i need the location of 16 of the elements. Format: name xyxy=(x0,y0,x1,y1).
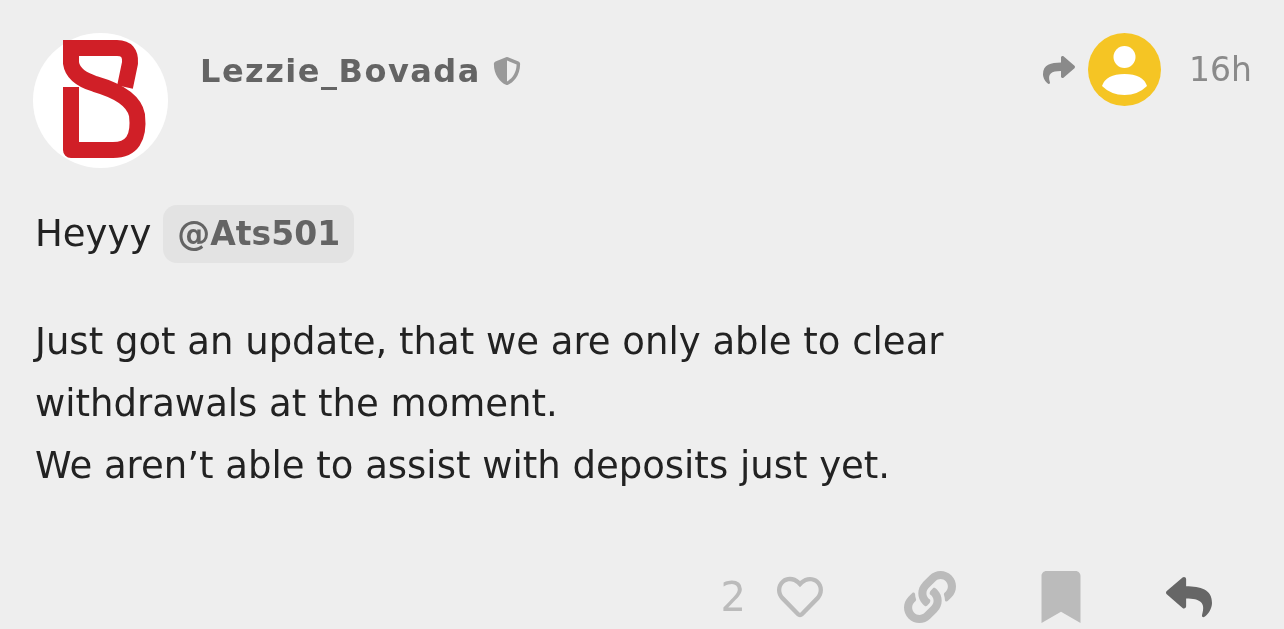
username[interactable]: Lezzie_Bovada xyxy=(200,51,481,91)
reply-icon xyxy=(1163,574,1215,620)
logo-icon xyxy=(33,33,168,168)
post-text: Just got an update, that we are only able to clear withdrawals at the moment. We aren’t able to assist with deposits just yet. xyxy=(35,319,945,489)
like-button[interactable] xyxy=(774,574,826,620)
bookmark-icon xyxy=(1041,571,1081,623)
mention-link[interactable]: @Ats501 xyxy=(163,205,355,263)
greeting-text: Heyyy xyxy=(35,211,152,257)
bookmark-button[interactable] xyxy=(1041,571,1081,623)
link-icon xyxy=(904,571,956,623)
user-avatar-icon[interactable] xyxy=(1088,33,1162,106)
post-time[interactable]: 16h xyxy=(1189,49,1252,90)
heart-icon xyxy=(774,574,826,620)
reply-button[interactable] xyxy=(1163,574,1215,620)
link-button[interactable] xyxy=(904,571,956,623)
shield-icon xyxy=(492,55,521,87)
